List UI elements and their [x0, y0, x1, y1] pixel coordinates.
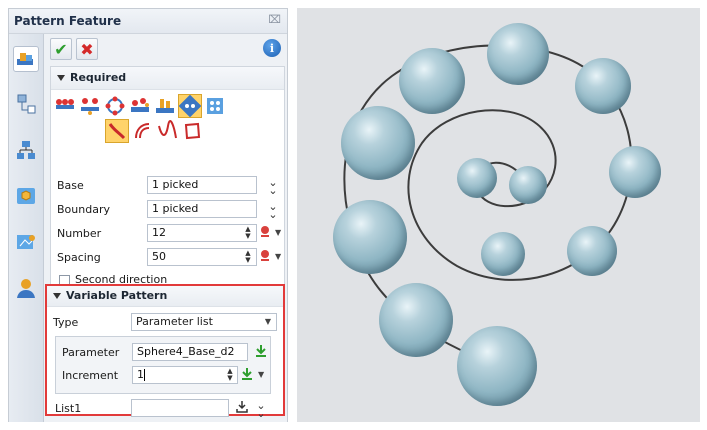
- number-stepper-icon[interactable]: ▲ ▼: [244, 226, 252, 240]
- sphere-6[interactable]: [481, 232, 525, 276]
- list-import-icon[interactable]: [235, 400, 249, 414]
- increment-parameter-icon[interactable]: [240, 367, 254, 381]
- sphere-7[interactable]: [457, 158, 497, 198]
- collapse-triangle-icon: [53, 293, 61, 299]
- curve-pattern-icon[interactable]: [153, 94, 177, 118]
- info-button[interactable]: i: [263, 39, 281, 57]
- panel-title: Pattern Feature: [14, 14, 122, 28]
- required-heading: Required: [70, 71, 127, 84]
- number-input[interactable]: 12: [147, 224, 257, 242]
- sphere-2[interactable]: [487, 23, 549, 85]
- boundary-field[interactable]: 1 picked: [147, 200, 257, 218]
- base-expand-icon[interactable]: ⌄ ⌄: [267, 177, 279, 196]
- pattern-subtype-row: [105, 119, 205, 143]
- parameter-group: Parameter Sphere4_Base_d2 Increment 1 ▲ ▼…: [55, 336, 271, 394]
- boundary-expand-icon[interactable]: ⌄ ⌄: [267, 201, 279, 220]
- list-expand-icon[interactable]: ⌄ ⌄: [255, 400, 267, 419]
- x-icon: ✖: [80, 39, 94, 59]
- variable-pattern-section: Variable Pattern Type Parameter list ▼ P…: [45, 284, 285, 419]
- variable-pattern-header[interactable]: Variable Pattern: [47, 286, 283, 307]
- variable-pattern-heading: Variable Pattern: [66, 289, 168, 302]
- pattern-feature-tab-icon[interactable]: [13, 46, 39, 72]
- required-header[interactable]: Required: [51, 67, 284, 90]
- spacing-parameter-icon[interactable]: [258, 249, 272, 263]
- circular-pattern-icon[interactable]: [103, 94, 127, 118]
- sphere-9[interactable]: [341, 106, 415, 180]
- pattern-type-row: [53, 94, 228, 118]
- linear-pattern-icon[interactable]: [53, 94, 77, 118]
- type-label: Type: [53, 316, 79, 329]
- action-toolbar: ✔ ✖ i: [44, 34, 287, 64]
- required-section: Required Base 1 picked ⌄ ⌄ Boundary 1 pi…: [50, 66, 285, 290]
- list1-label: List1: [55, 402, 82, 415]
- sphere-3[interactable]: [575, 58, 631, 114]
- list1-field[interactable]: [131, 399, 229, 417]
- cancel-button[interactable]: ✖: [76, 38, 98, 60]
- spacing-label: Spacing: [57, 251, 101, 264]
- user-icon[interactable]: [14, 276, 38, 300]
- table-pattern-icon[interactable]: [203, 94, 227, 118]
- type-select[interactable]: Parameter list ▼: [131, 313, 277, 331]
- sphere-4[interactable]: [609, 146, 661, 198]
- parameter-field[interactable]: Sphere4_Base_d2: [132, 343, 248, 361]
- fill-pattern-icon[interactable]: [178, 94, 202, 118]
- linear-2d-pattern-icon[interactable]: [78, 94, 102, 118]
- panel-title-bar: Pattern Feature ⌧: [9, 9, 287, 34]
- number-parameter-icon[interactable]: [258, 225, 272, 239]
- increment-stepper-icon[interactable]: ▲ ▼: [226, 368, 234, 382]
- number-dropdown-icon[interactable]: ▼: [275, 228, 281, 237]
- base-field[interactable]: 1 picked: [147, 176, 257, 194]
- check-icon: ✔: [54, 39, 68, 59]
- spacing-input[interactable]: 50: [147, 248, 257, 266]
- import-icon[interactable]: [14, 230, 38, 254]
- sphere-1[interactable]: [399, 48, 465, 114]
- curve-4-subtype-icon[interactable]: [180, 119, 204, 143]
- increment-input[interactable]: 1: [132, 366, 238, 384]
- spacing-stepper-icon[interactable]: ▲ ▼: [244, 250, 252, 264]
- increment-dropdown-icon[interactable]: ▼: [258, 370, 264, 379]
- boundary-label: Boundary: [57, 203, 110, 216]
- 3d-viewport[interactable]: [297, 8, 700, 422]
- type-select-value: Parameter list: [136, 315, 213, 328]
- view-cube-icon[interactable]: [14, 184, 38, 208]
- collapse-triangle-icon: [57, 75, 65, 81]
- curve-2-subtype-icon[interactable]: [130, 119, 154, 143]
- point-pattern-icon[interactable]: [128, 94, 152, 118]
- sphere-12[interactable]: [457, 326, 537, 406]
- spacing-dropdown-icon[interactable]: ▼: [275, 252, 281, 261]
- parameter-pick-icon[interactable]: [254, 344, 268, 358]
- curve-1-subtype-icon[interactable]: [105, 119, 129, 143]
- curve-3-subtype-icon[interactable]: [155, 119, 179, 143]
- assembly-tree-icon[interactable]: [14, 138, 38, 162]
- text-cursor: [144, 369, 145, 381]
- close-icon[interactable]: ⌧: [268, 13, 281, 26]
- left-toolbar: [9, 34, 44, 422]
- parameter-label: Parameter: [62, 346, 120, 359]
- base-label: Base: [57, 179, 84, 192]
- pattern-feature-panel: Pattern Feature ⌧ ✔ ✖ i Required Base 1 …: [8, 8, 288, 422]
- sphere-5[interactable]: [567, 226, 617, 276]
- history-tree-icon[interactable]: [14, 92, 38, 116]
- sphere-11[interactable]: [379, 283, 453, 357]
- sphere-10[interactable]: [333, 200, 407, 274]
- sphere-8[interactable]: [509, 166, 547, 204]
- info-icon: i: [269, 41, 275, 55]
- ok-button[interactable]: ✔: [50, 38, 72, 60]
- increment-value: 1: [137, 368, 144, 381]
- chevron-down-icon: ▼: [264, 317, 271, 326]
- number-label: Number: [57, 227, 102, 240]
- increment-label: Increment: [62, 369, 119, 382]
